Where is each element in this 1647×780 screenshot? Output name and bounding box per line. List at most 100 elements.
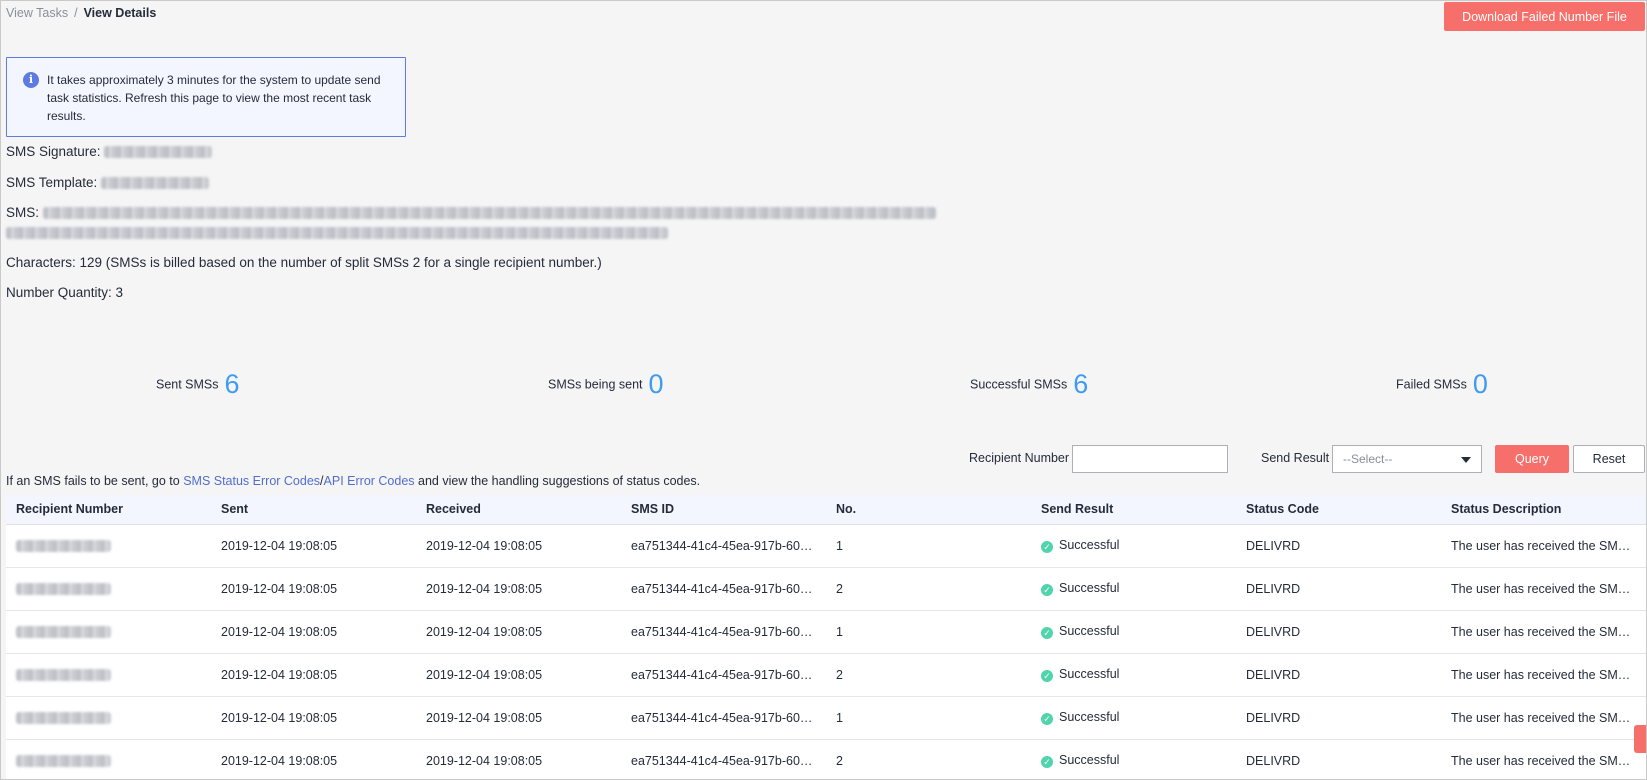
stat-label: Failed SMSs bbox=[1396, 377, 1467, 392]
stat-value: 6 bbox=[224, 369, 240, 399]
send-result-cell: ✓ Successful bbox=[1031, 739, 1236, 779]
column-header-sent: Sent bbox=[211, 495, 416, 525]
recipient-number-input[interactable] bbox=[1072, 445, 1228, 473]
breadcrumb-separator: / bbox=[74, 6, 78, 20]
characters-info: Characters: 129 (SMSs is billed based on… bbox=[6, 255, 602, 270]
sms-id-cell: ea751344-41c4-45ea-917b-60c6... bbox=[621, 739, 826, 779]
sms-id-cell: ea751344-41c4-45ea-917b-60c6... bbox=[621, 524, 826, 568]
table-row: 2019-12-04 19:08:05 2019-12-04 19:08:05 … bbox=[6, 610, 1646, 654]
status-description-cell: The user has received the SMS ... bbox=[1441, 610, 1646, 654]
recipient-number-cell bbox=[6, 739, 211, 779]
column-header-recipient-number: Recipient Number bbox=[6, 495, 211, 525]
info-notice: i It takes approximately 3 minutes for t… bbox=[6, 57, 406, 137]
hint-suffix: and view the handling suggestions of sta… bbox=[414, 474, 701, 488]
info-notice-text: It takes approximately 3 minutes for the… bbox=[47, 73, 381, 123]
send-result-select[interactable]: --Select-- bbox=[1332, 445, 1482, 473]
statistics-panel: Sent SMSs 6 SMSs being sent 0 Successful S… bbox=[1, 341, 1646, 431]
column-header-no: No. bbox=[826, 495, 1031, 525]
stat-value: 6 bbox=[1073, 369, 1089, 399]
recipient-number-label: Recipient Number bbox=[969, 451, 1070, 465]
api-error-codes-link[interactable]: API Error Codes bbox=[324, 474, 415, 488]
send-details-table: Recipient Number Sent Received SMS ID No… bbox=[6, 495, 1646, 779]
status-description-cell: The user has received the SMS ... bbox=[1441, 567, 1646, 611]
stat-value: 0 bbox=[1472, 369, 1488, 399]
sent-cell: 2019-12-04 19:08:05 bbox=[211, 567, 416, 611]
stat-failed-smss: Failed SMSs 0 bbox=[1396, 369, 1488, 400]
sms-content-value-redacted bbox=[42, 207, 936, 220]
sms-id-cell: ea751344-41c4-45ea-917b-60c6... bbox=[621, 567, 826, 611]
sms-id-cell: ea751344-41c4-45ea-917b-60c6... bbox=[621, 653, 826, 697]
sms-id-cell: ea751344-41c4-45ea-917b-60c6... bbox=[621, 696, 826, 740]
sms-signature-value-redacted bbox=[104, 146, 213, 159]
page: View Tasks / View Details Download Failed … bbox=[0, 0, 1647, 780]
column-header-sms-id: SMS ID bbox=[621, 495, 826, 525]
recipient-number-cell bbox=[6, 524, 211, 568]
error-code-hint: If an SMS fails to be sent, go to SMS St… bbox=[6, 474, 700, 488]
stat-value: 0 bbox=[648, 369, 664, 399]
send-result-select-value: --Select-- bbox=[1343, 452, 1393, 466]
status-description-cell: The user has received the SMS ... bbox=[1441, 653, 1646, 697]
status-code-cell: DELIVRD bbox=[1236, 567, 1441, 611]
received-cell: 2019-12-04 19:08:05 bbox=[416, 739, 621, 779]
breadcrumb-view-tasks-link[interactable]: View Tasks bbox=[6, 6, 68, 20]
status-code-cell: DELIVRD bbox=[1236, 610, 1441, 654]
send-result-cell: ✓ Successful bbox=[1031, 610, 1236, 654]
breadcrumb-current: View Details bbox=[83, 6, 157, 20]
send-result-cell: ✓ Successful bbox=[1031, 567, 1236, 611]
status-code-cell: DELIVRD bbox=[1236, 696, 1441, 740]
send-result-text: Successful bbox=[1059, 710, 1120, 724]
success-check-icon: ✓ bbox=[1041, 670, 1053, 682]
send-result-cell: ✓ Successful bbox=[1031, 653, 1236, 697]
success-check-icon: ✓ bbox=[1041, 627, 1053, 639]
sms-signature-label: SMS Signature: bbox=[6, 144, 101, 159]
received-cell: 2019-12-04 19:08:05 bbox=[416, 653, 621, 697]
recipient-number-redacted bbox=[16, 626, 111, 639]
send-result-text: Successful bbox=[1059, 581, 1120, 595]
sent-cell: 2019-12-04 19:08:05 bbox=[211, 610, 416, 654]
recipient-number-redacted bbox=[16, 712, 111, 725]
hint-prefix: If an SMS fails to be sent, go to bbox=[6, 474, 184, 488]
success-check-icon: ✓ bbox=[1041, 713, 1053, 725]
send-result-cell: ✓ Successful bbox=[1031, 524, 1236, 568]
sms-status-error-codes-link[interactable]: SMS Status Error Codes bbox=[183, 474, 320, 488]
status-description-cell: The user has received the SMS ... bbox=[1441, 524, 1646, 568]
sms-template-label: SMS Template: bbox=[6, 175, 98, 190]
sent-cell: 2019-12-04 19:08:05 bbox=[211, 653, 416, 697]
download-failed-number-file-button[interactable]: Download Failed Number File bbox=[1444, 2, 1645, 31]
info-icon: i bbox=[23, 72, 39, 88]
table-row: 2019-12-04 19:08:05 2019-12-04 19:08:05 … bbox=[6, 696, 1646, 740]
recipient-number-cell bbox=[6, 567, 211, 611]
stat-label: Successful SMSs bbox=[970, 377, 1068, 392]
stat-label: Sent SMSs bbox=[156, 377, 219, 392]
column-header-received: Received bbox=[416, 495, 621, 525]
filter-bar: Recipient Number Send Result --Select-- … bbox=[1, 445, 1646, 473]
chevron-down-icon bbox=[1461, 457, 1471, 463]
success-check-icon: ✓ bbox=[1041, 756, 1053, 768]
send-result-text: Successful bbox=[1059, 667, 1120, 681]
no-cell: 2 bbox=[826, 739, 1031, 779]
stat-label: SMSs being sent bbox=[548, 377, 643, 392]
recipient-number-cell bbox=[6, 653, 211, 697]
no-cell: 1 bbox=[826, 696, 1031, 740]
stat-smss-being-sent: SMSs being sent 0 bbox=[548, 369, 664, 400]
recipient-number-redacted bbox=[16, 583, 111, 596]
received-cell: 2019-12-04 19:08:05 bbox=[416, 696, 621, 740]
breadcrumb: View Tasks / View Details bbox=[6, 6, 156, 20]
recipient-number-redacted bbox=[16, 540, 111, 553]
query-button[interactable]: Query bbox=[1495, 445, 1569, 473]
reset-button[interactable]: Reset bbox=[1573, 445, 1645, 473]
sent-cell: 2019-12-04 19:08:05 bbox=[211, 524, 416, 568]
status-code-cell: DELIVRD bbox=[1236, 739, 1441, 779]
stat-successful-smss: Successful SMSs 6 bbox=[970, 369, 1088, 400]
send-result-text: Successful bbox=[1059, 624, 1120, 638]
column-header-status-description: Status Description bbox=[1441, 495, 1646, 525]
send-result-text: Successful bbox=[1059, 538, 1120, 552]
received-cell: 2019-12-04 19:08:05 bbox=[416, 567, 621, 611]
stat-sent-smss: Sent SMSs 6 bbox=[156, 369, 240, 400]
recipient-number-cell bbox=[6, 696, 211, 740]
sms-template-field: SMS Template: bbox=[6, 175, 210, 190]
status-code-cell: DELIVRD bbox=[1236, 524, 1441, 568]
table-row: 2019-12-04 19:08:05 2019-12-04 19:08:05 … bbox=[6, 524, 1646, 568]
send-result-cell: ✓ Successful bbox=[1031, 696, 1236, 740]
floating-side-tab[interactable] bbox=[1634, 725, 1646, 753]
